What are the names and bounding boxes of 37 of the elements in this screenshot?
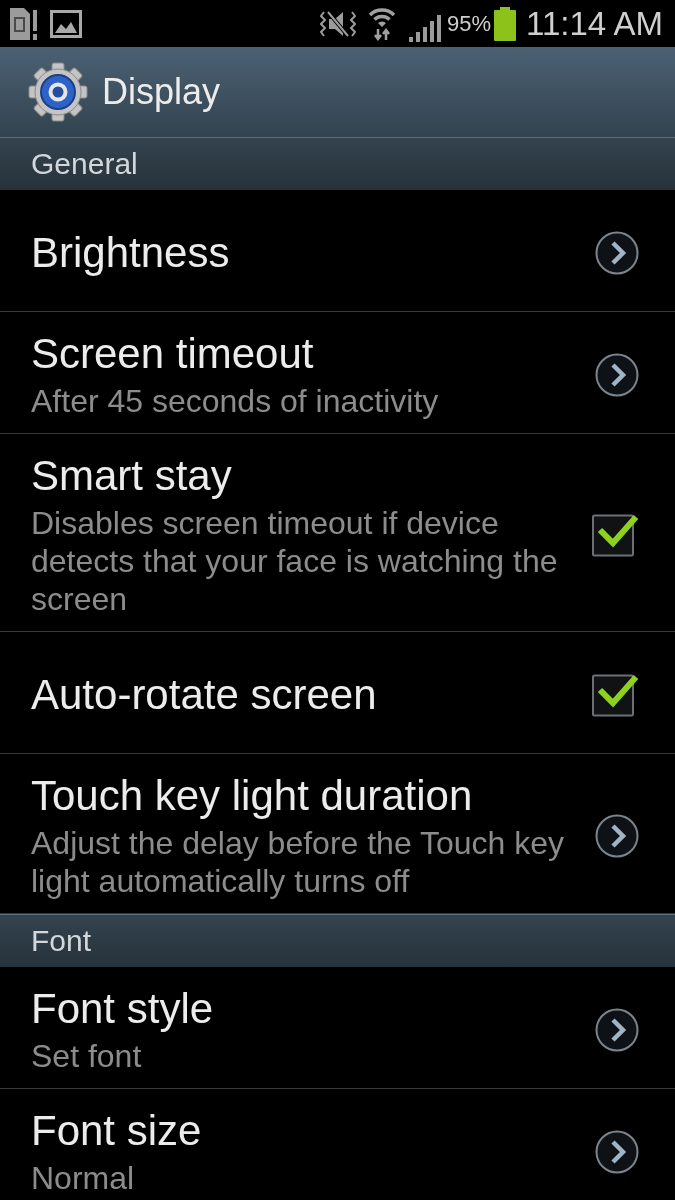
- image-icon: [50, 9, 82, 38]
- chevron-icon: [595, 230, 639, 275]
- setting-summary: Set font: [31, 1037, 143, 1075]
- setting-summary: After 45 seconds of inactivity: [31, 382, 440, 420]
- screen-title: Display: [102, 70, 221, 114]
- wifi-icon: [366, 6, 397, 41]
- checkbox[interactable]: [591, 672, 639, 717]
- setting-item[interactable]: Font style Set font: [0, 967, 675, 1089]
- setting-title: Screen timeout: [31, 329, 315, 379]
- section-header: General: [0, 137, 675, 190]
- setting-summary: Disables screen timeout if device detects that your face is watching the screen: [31, 504, 559, 618]
- setting-title: Smart stay: [31, 451, 233, 501]
- battery-icon: [494, 6, 516, 41]
- setting-title: Font size: [31, 1106, 203, 1156]
- setting-item[interactable]: Brightness: [0, 190, 675, 312]
- chevron-icon: [595, 813, 639, 858]
- section-header: Font: [0, 914, 675, 967]
- vibrate-icon: [319, 8, 356, 39]
- setting-summary: Adjust the delay before the Touch key light automatically turns off: [31, 824, 566, 900]
- sd-card-icon: [8, 6, 38, 41]
- status-time: 11:14 AM: [526, 3, 663, 44]
- chevron-icon: [595, 352, 639, 397]
- chevron-icon: [595, 1129, 639, 1174]
- setting-title: Font style: [31, 984, 215, 1034]
- settings-icon: [28, 62, 88, 122]
- setting-title: Auto-rotate screen: [31, 669, 378, 720]
- setting-item[interactable]: Auto-rotate screen: [0, 632, 675, 754]
- signal-icon: [407, 13, 442, 42]
- setting-item[interactable]: Screen timeout After 45 seconds of inactivity: [0, 312, 675, 434]
- battery-percent: 95%: [446, 10, 491, 37]
- checkbox[interactable]: [591, 512, 639, 557]
- setting-item[interactable]: Font size Normal: [0, 1089, 675, 1197]
- setting-title: Brightness: [31, 227, 231, 278]
- setting-summary: Normal: [31, 1159, 136, 1197]
- setting-item[interactable]: Smart stay Disables screen timeout if device detects that your face is watching the screen: [0, 434, 675, 632]
- setting-title: Touch key light duration: [31, 771, 474, 821]
- chevron-icon: [595, 1007, 639, 1052]
